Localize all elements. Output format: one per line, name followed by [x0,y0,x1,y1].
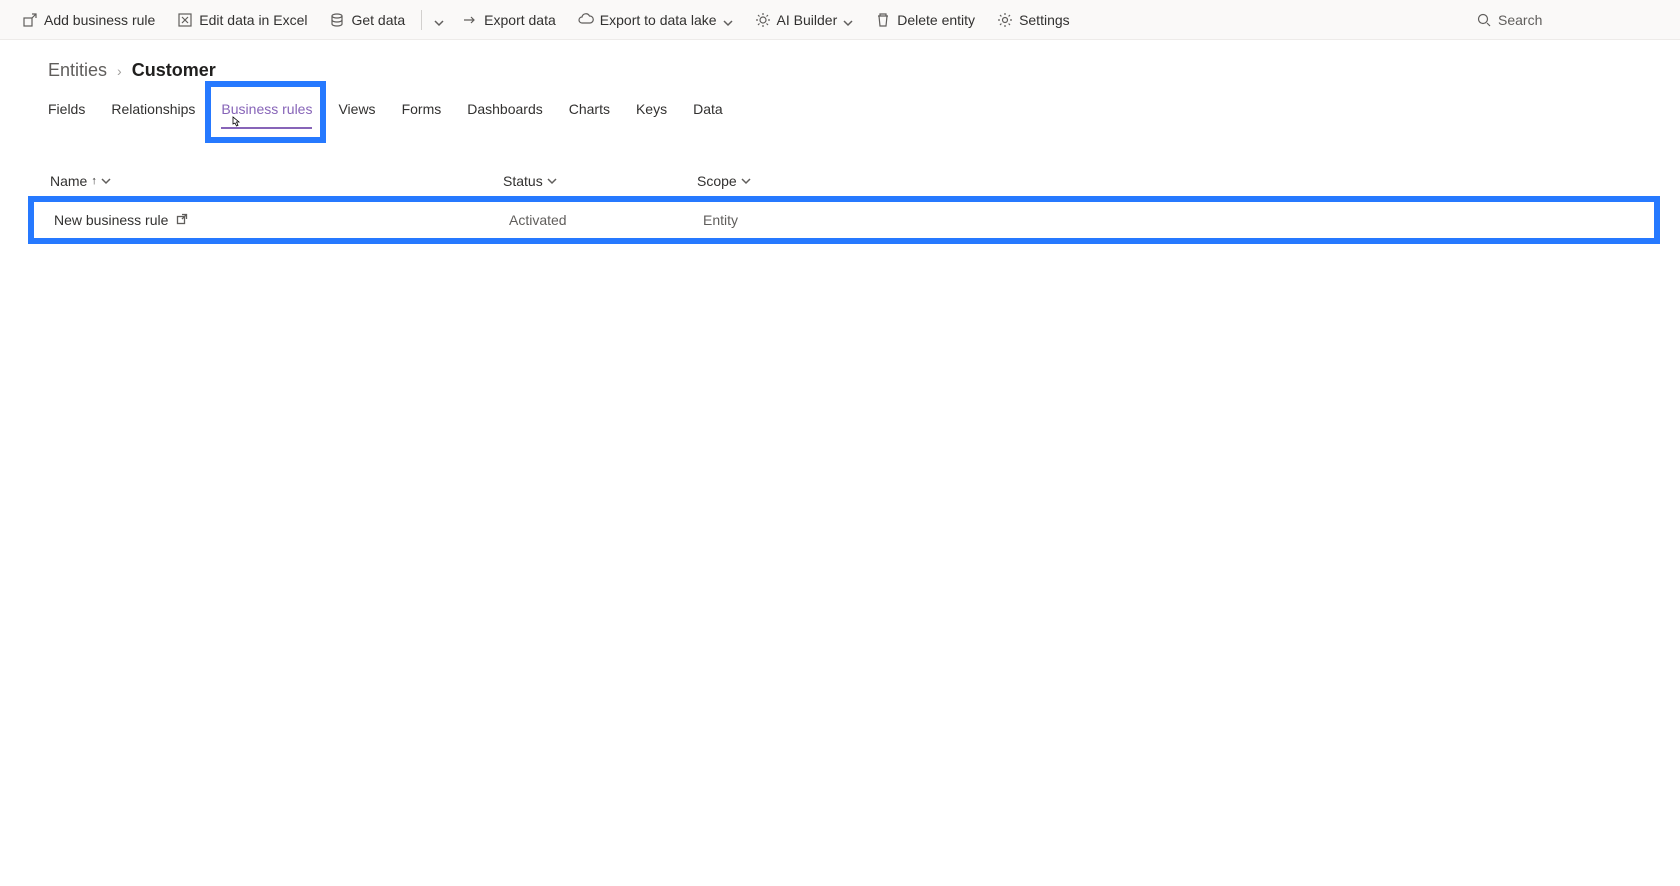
ai-builder-button[interactable]: AI Builder [745,6,864,34]
column-header-status-label: Status [503,173,543,189]
column-header-scope[interactable]: Scope [697,173,1648,189]
search-box[interactable] [1468,8,1668,32]
delete-entity-button[interactable]: Delete entity [865,6,985,34]
chevron-down-icon [434,15,444,25]
export-data-button[interactable]: Export data [452,6,566,34]
command-divider [421,10,422,30]
excel-icon [177,12,193,28]
get-data-label: Get data [351,12,405,28]
ai-icon [755,12,771,28]
breadcrumb: Entities › Customer [48,60,1648,81]
breadcrumb-current: Customer [132,60,216,81]
business-rules-table: Name ↑ Status Scope New business rule [48,165,1648,244]
cursor-pointer-icon [227,115,243,131]
chevron-down-icon [723,15,733,25]
get-data-button[interactable]: Get data [319,6,415,34]
command-bar: Add business rule Edit data in Excel Get… [0,0,1680,40]
chevron-down-icon [741,173,751,189]
column-header-name-label: Name [50,173,87,189]
export-to-lake-label: Export to data lake [600,12,717,28]
command-bar-left: Add business rule Edit data in Excel Get… [12,6,1080,34]
get-data-dropdown-button[interactable] [428,9,450,31]
cell-name-text: New business rule [54,212,168,228]
add-business-rule-button[interactable]: Add business rule [12,6,165,34]
tab-keys[interactable]: Keys [636,93,667,129]
annotation-row-highlight: New business rule Activated Entity [28,196,1660,244]
gear-icon [997,12,1013,28]
tab-data[interactable]: Data [693,93,723,129]
open-external-icon[interactable] [176,212,188,228]
table-header-row: Name ↑ Status Scope [48,165,1648,198]
breadcrumb-separator: › [117,63,122,79]
export-to-lake-button[interactable]: Export to data lake [568,6,743,34]
export-data-label: Export data [484,12,556,28]
column-header-scope-label: Scope [697,173,737,189]
tab-business-rules[interactable]: Business rules [221,93,312,129]
tab-strip: Fields Relationships Business rules View… [48,93,1648,129]
column-header-name[interactable]: Name ↑ [48,173,503,189]
edit-in-excel-button[interactable]: Edit data in Excel [167,6,317,34]
delete-entity-label: Delete entity [897,12,975,28]
tab-dashboards[interactable]: Dashboards [467,93,543,129]
cloud-icon [578,12,594,28]
column-header-status[interactable]: Status [503,173,697,189]
settings-label: Settings [1019,12,1070,28]
tab-charts[interactable]: Charts [569,93,610,129]
edit-in-excel-label: Edit data in Excel [199,12,307,28]
search-icon [1476,12,1492,28]
database-icon [329,12,345,28]
tab-business-rules-label: Business rules [221,101,312,117]
chevron-down-icon [547,173,557,189]
export-icon [462,12,478,28]
tab-forms[interactable]: Forms [402,93,442,129]
cell-name[interactable]: New business rule [54,212,509,228]
tab-views[interactable]: Views [338,93,375,129]
breadcrumb-root[interactable]: Entities [48,60,107,81]
chevron-down-icon [843,15,853,25]
table-row[interactable]: New business rule Activated Entity [34,202,1654,238]
cell-status: Activated [509,212,703,228]
content-area: Entities › Customer Fields Relationships… [0,40,1680,886]
search-input[interactable] [1498,12,1660,28]
sort-ascending-icon: ↑ [91,175,97,187]
ai-builder-label: AI Builder [777,12,838,28]
settings-button[interactable]: Settings [987,6,1080,34]
add-business-rule-label: Add business rule [44,12,155,28]
chevron-down-icon [101,173,111,189]
tab-relationships[interactable]: Relationships [111,93,195,129]
add-rule-icon [22,12,38,28]
tab-fields[interactable]: Fields [48,93,85,129]
trash-icon [875,12,891,28]
cell-scope: Entity [703,212,1654,228]
